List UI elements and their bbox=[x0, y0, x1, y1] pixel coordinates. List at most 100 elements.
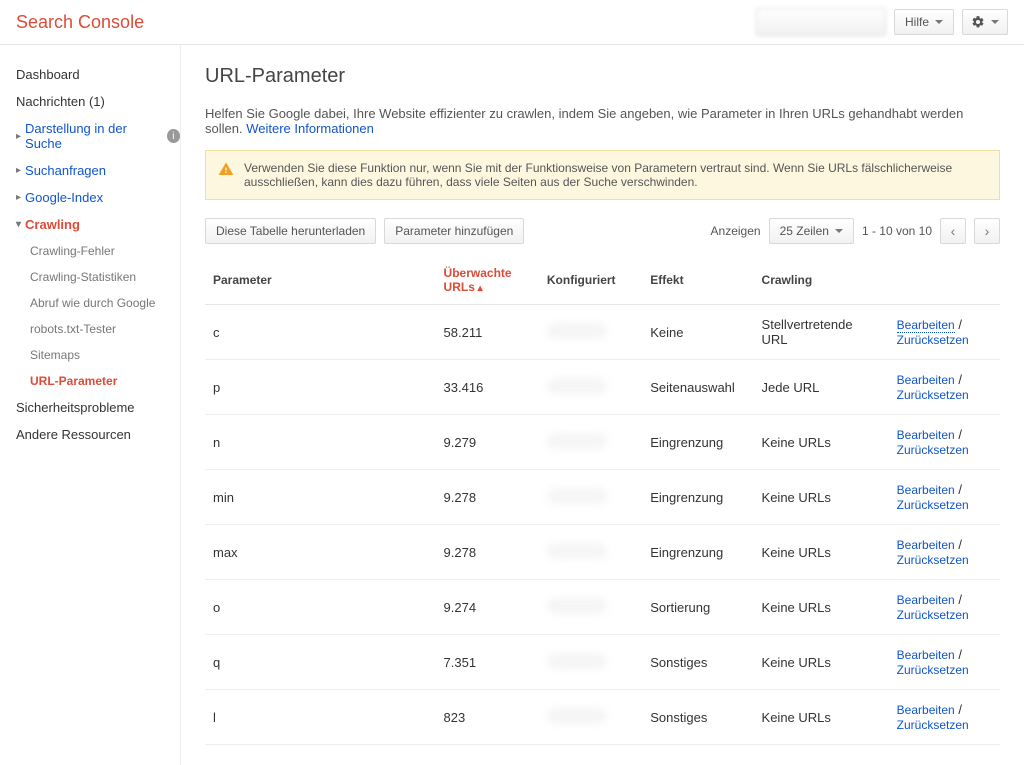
nav-other-resources[interactable]: Andere Ressourcen bbox=[16, 421, 180, 448]
more-info-link[interactable]: Weitere Informationen bbox=[246, 121, 374, 136]
nav-crawl-stats[interactable]: Crawling-Statistiken bbox=[30, 264, 180, 290]
edit-link[interactable]: Bearbeiten bbox=[897, 373, 955, 387]
cell-effect: Sonstiges bbox=[642, 690, 753, 745]
cell-param: n bbox=[205, 415, 436, 470]
cell-crawling: Keine URLs bbox=[754, 525, 889, 580]
table-row: c58.211KeineStellvertretende URLBearbeit… bbox=[205, 305, 1000, 360]
download-table-button[interactable]: Diese Tabelle herunterladen bbox=[205, 218, 376, 244]
table-row: o9.274SortierungKeine URLsBearbeiten / Z… bbox=[205, 580, 1000, 635]
col-configured[interactable]: Konfiguriert bbox=[539, 256, 642, 305]
cell-crawling: Keine URLs bbox=[754, 690, 889, 745]
cell-configured bbox=[539, 580, 642, 635]
cell-urls: 7.351 bbox=[436, 635, 539, 690]
cell-urls: 9.279 bbox=[436, 415, 539, 470]
reset-link[interactable]: Zurücksetzen bbox=[897, 388, 969, 402]
show-label: Anzeigen bbox=[711, 224, 761, 238]
cell-actions: Bearbeiten / Zurücksetzen bbox=[889, 305, 1000, 360]
nav-url-parameters[interactable]: URL-Parameter bbox=[30, 368, 180, 394]
cell-urls: 9.278 bbox=[436, 525, 539, 580]
cell-effect: Eingrenzung bbox=[642, 525, 753, 580]
gear-icon bbox=[971, 15, 985, 29]
edit-link[interactable]: Bearbeiten bbox=[897, 428, 955, 442]
cell-configured bbox=[539, 415, 642, 470]
settings-button[interactable] bbox=[962, 9, 1008, 35]
cell-param: l bbox=[205, 690, 436, 745]
cell-actions: Bearbeiten / Zurücksetzen bbox=[889, 635, 1000, 690]
cell-urls: 823 bbox=[436, 690, 539, 745]
reset-link[interactable]: Zurücksetzen bbox=[897, 608, 969, 622]
col-monitored-urls[interactable]: Überwachte URLs bbox=[436, 256, 539, 305]
table-row: max9.278EingrenzungKeine URLsBearbeiten … bbox=[205, 525, 1000, 580]
reset-link[interactable]: Zurücksetzen bbox=[897, 553, 969, 567]
cell-actions: Bearbeiten / Zurücksetzen bbox=[889, 580, 1000, 635]
cell-configured bbox=[539, 690, 642, 745]
table-row: p33.416SeitenauswahlJede URLBearbeiten /… bbox=[205, 360, 1000, 415]
col-parameter[interactable]: Parameter bbox=[205, 256, 436, 305]
logo: Search Console bbox=[16, 12, 144, 33]
cell-crawling: Stellvertretende URL bbox=[754, 305, 889, 360]
edit-link[interactable]: Bearbeiten bbox=[897, 703, 955, 717]
table-row: q7.351SonstigesKeine URLsBearbeiten / Zu… bbox=[205, 635, 1000, 690]
site-selector[interactable] bbox=[756, 8, 886, 36]
prev-page-button[interactable]: ‹ bbox=[940, 218, 966, 244]
edit-link[interactable]: Bearbeiten bbox=[897, 318, 955, 333]
help-button[interactable]: Hilfe bbox=[894, 9, 954, 35]
cell-crawling: Keine URLs bbox=[754, 580, 889, 635]
nav-crawling[interactable]: Crawling bbox=[16, 211, 180, 238]
cell-configured bbox=[539, 305, 642, 360]
cell-actions: Bearbeiten / Zurücksetzen bbox=[889, 415, 1000, 470]
rows-per-page-select[interactable]: 25 Zeilen bbox=[769, 218, 854, 244]
next-page-button[interactable]: › bbox=[974, 218, 1000, 244]
cell-urls: 58.211 bbox=[436, 305, 539, 360]
warning-icon bbox=[218, 161, 234, 177]
cell-configured bbox=[539, 360, 642, 415]
nav-fetch-as-google[interactable]: Abruf wie durch Google bbox=[30, 290, 180, 316]
cell-actions: Bearbeiten / Zurücksetzen bbox=[889, 690, 1000, 745]
nav-crawl-errors[interactable]: Crawling-Fehler bbox=[30, 238, 180, 264]
nav-dashboard[interactable]: Dashboard bbox=[16, 61, 180, 88]
nav-security[interactable]: Sicherheitsprobleme bbox=[16, 394, 180, 421]
cell-crawling: Keine URLs bbox=[754, 635, 889, 690]
reset-link[interactable]: Zurücksetzen bbox=[897, 663, 969, 677]
header: Search Console Hilfe bbox=[0, 0, 1024, 45]
parameters-table: Parameter Überwachte URLs Konfiguriert E… bbox=[205, 256, 1000, 745]
info-icon: i bbox=[167, 129, 180, 143]
nav-messages[interactable]: Nachrichten (1) bbox=[16, 88, 180, 115]
nav-appearance[interactable]: Darstellung in der Suchei bbox=[16, 115, 180, 157]
reset-link[interactable]: Zurücksetzen bbox=[897, 333, 969, 347]
page-description: Helfen Sie Google dabei, Ihre Website ef… bbox=[205, 106, 1000, 136]
reset-link[interactable]: Zurücksetzen bbox=[897, 443, 969, 457]
edit-link[interactable]: Bearbeiten bbox=[897, 538, 955, 552]
cell-actions: Bearbeiten / Zurücksetzen bbox=[889, 470, 1000, 525]
cell-effect: Eingrenzung bbox=[642, 415, 753, 470]
nav-robots-tester[interactable]: robots.txt-Tester bbox=[30, 316, 180, 342]
cell-effect: Eingrenzung bbox=[642, 470, 753, 525]
warning-alert: Verwenden Sie diese Funktion nur, wenn S… bbox=[205, 150, 1000, 200]
cell-effect: Sortierung bbox=[642, 580, 753, 635]
cell-effect: Seitenauswahl bbox=[642, 360, 753, 415]
nav-google-index[interactable]: Google-Index bbox=[16, 184, 180, 211]
table-row: n9.279 EingrenzungKeine URLsBearbeiten / … bbox=[205, 415, 1000, 470]
cell-crawling: Keine URLs bbox=[754, 415, 889, 470]
cell-actions: Bearbeiten / Zurücksetzen bbox=[889, 525, 1000, 580]
cell-urls: 9.278 bbox=[436, 470, 539, 525]
reset-link[interactable]: Zurücksetzen bbox=[897, 498, 969, 512]
cell-param: o bbox=[205, 580, 436, 635]
edit-link[interactable]: Bearbeiten bbox=[897, 483, 955, 497]
edit-link[interactable]: Bearbeiten bbox=[897, 593, 955, 607]
nav-search-queries[interactable]: Suchanfragen bbox=[16, 157, 180, 184]
edit-link[interactable]: Bearbeiten bbox=[897, 648, 955, 662]
cell-urls: 33.416 bbox=[436, 360, 539, 415]
cell-param: c bbox=[205, 305, 436, 360]
reset-link[interactable]: Zurücksetzen bbox=[897, 718, 969, 732]
sidebar: Dashboard Nachrichten (1) Darstellung in… bbox=[0, 45, 180, 765]
col-crawling[interactable]: Crawling bbox=[754, 256, 889, 305]
page-title: URL-Parameter bbox=[205, 65, 1000, 88]
col-effect[interactable]: Effekt bbox=[642, 256, 753, 305]
cell-param: p bbox=[205, 360, 436, 415]
add-parameter-button[interactable]: Parameter hinzufügen bbox=[384, 218, 524, 244]
cell-crawling: Jede URL bbox=[754, 360, 889, 415]
pagination-text: 1 - 10 von 10 bbox=[862, 224, 932, 238]
cell-effect: Keine bbox=[642, 305, 753, 360]
nav-sitemaps[interactable]: Sitemaps bbox=[30, 342, 180, 368]
